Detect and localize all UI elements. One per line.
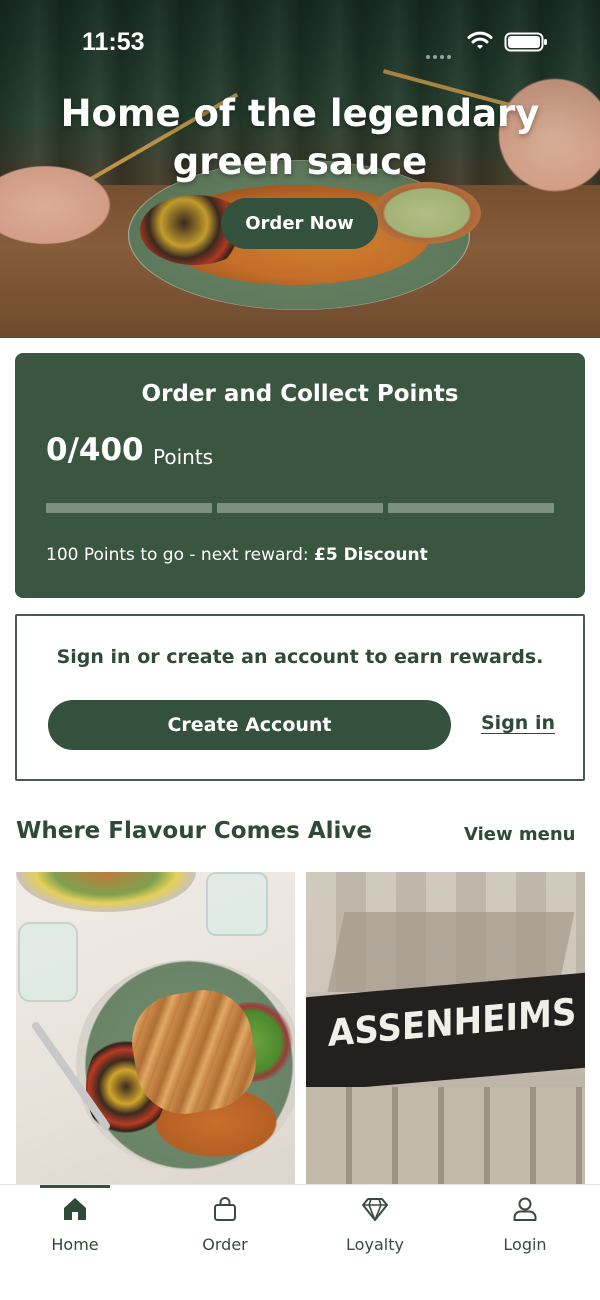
- bottom-nav: Home Order Loyalty Login: [0, 1184, 600, 1300]
- tile-glass: [18, 922, 78, 1002]
- wifi-icon: [467, 31, 493, 49]
- user-icon: [513, 1197, 537, 1221]
- nav-item-login[interactable]: Login: [450, 1185, 600, 1300]
- next-reward-value: £5 Discount: [314, 545, 428, 565]
- nav-item-loyalty[interactable]: Loyalty: [300, 1185, 450, 1300]
- home-icon: [64, 1198, 86, 1220]
- hero-title-line2: green sauce: [172, 140, 428, 183]
- progress-segment: [217, 503, 383, 513]
- points-unit: Points: [153, 445, 214, 469]
- create-account-button[interactable]: Create Account: [48, 700, 451, 750]
- signin-prompt: Sign in or create an account to earn rew…: [56, 646, 544, 668]
- nav-label-order: Order: [202, 1235, 248, 1254]
- restaurant-tile[interactable]: ASSENHEIMS: [306, 872, 585, 1184]
- nav-label-home: Home: [51, 1235, 99, 1254]
- hero-banner: 11:53 Home of the legendary green sauce …: [0, 0, 600, 338]
- points-progress-bar: [46, 503, 554, 513]
- tile-plate-top: [16, 872, 196, 912]
- points-card: Order and Collect Points 0/400 Points 10…: [15, 353, 585, 598]
- status-time: 11:53: [82, 28, 145, 56]
- nav-label-login: Login: [503, 1235, 547, 1254]
- section-title: Where Flavour Comes Alive: [16, 818, 373, 844]
- bag-icon: [214, 1197, 236, 1221]
- points-value: 0/400: [46, 432, 144, 468]
- tile-building-lower: [306, 1087, 585, 1184]
- order-now-button[interactable]: Order Now: [221, 198, 378, 249]
- food-tile[interactable]: [16, 872, 295, 1184]
- sign-in-link[interactable]: Sign in: [481, 712, 555, 734]
- view-menu-link[interactable]: View menu: [464, 824, 575, 845]
- status-bar: 11:53: [0, 0, 600, 80]
- signin-card: Sign in or create an account to earn rew…: [15, 614, 585, 781]
- progress-segment: [388, 503, 554, 513]
- battery-icon: [504, 32, 547, 52]
- hero-title: Home of the legendary green sauce: [0, 90, 600, 186]
- nav-label-loyalty: Loyalty: [346, 1235, 404, 1254]
- tile-glass: [206, 872, 268, 936]
- nav-active-indicator: [40, 1185, 110, 1188]
- next-reward-prefix: 100 Points to go - next reward:: [46, 545, 314, 565]
- progress-segment: [46, 503, 212, 513]
- signal-icon: [426, 44, 456, 59]
- points-card-title: Order and Collect Points: [141, 381, 459, 407]
- next-reward-text: 100 Points to go - next reward: £5 Disco…: [46, 545, 428, 565]
- diamond-icon: [362, 1198, 388, 1221]
- nav-item-home[interactable]: Home: [0, 1185, 150, 1300]
- nav-item-order[interactable]: Order: [150, 1185, 300, 1300]
- hero-title-line1: Home of the legendary: [60, 92, 540, 135]
